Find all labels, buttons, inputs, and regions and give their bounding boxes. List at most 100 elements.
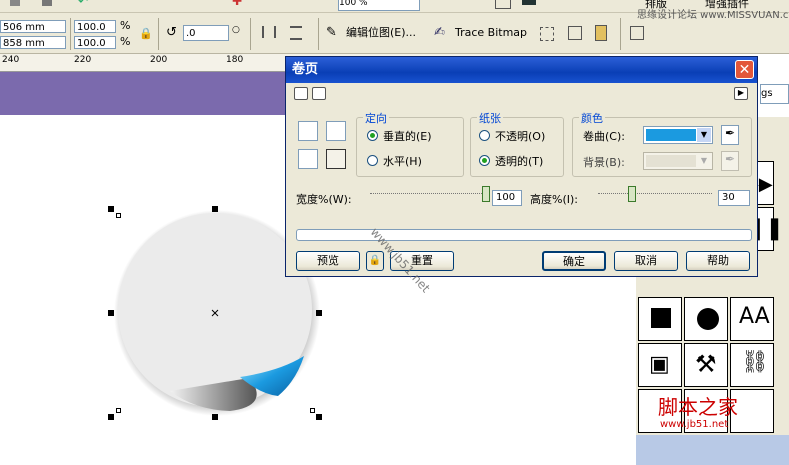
curl-color-label: 卷曲(C):	[583, 130, 625, 143]
lock-icon[interactable]: 🔒	[366, 251, 384, 271]
width-input[interactable]: 100	[492, 190, 522, 206]
trace-bitmap-icon[interactable]: ✍	[434, 25, 450, 41]
width-slider[interactable]	[370, 186, 490, 208]
symbol-cell[interactable]	[684, 297, 728, 341]
degree-icon: ○	[232, 25, 240, 35]
opaque-label[interactable]: 不透明(O)	[495, 128, 545, 144]
curl-bottom-right-button[interactable]	[326, 149, 346, 169]
symbol-cell[interactable]	[638, 297, 682, 341]
rotate-icon: ↺	[166, 25, 177, 40]
watermark-text: 思缘设计论坛 www.MISSVUAN.com	[637, 10, 789, 21]
mirror-vertical-icon[interactable]	[290, 26, 302, 40]
separator	[250, 18, 251, 50]
preview-button[interactable]: 预览	[296, 251, 360, 271]
split-view-icon[interactable]	[294, 87, 308, 100]
rotation-handle[interactable]	[116, 213, 121, 218]
height-input[interactable]: 30	[718, 190, 750, 206]
eyedropper-icon[interactable]: ✒	[721, 125, 739, 145]
scale-width-field[interactable]: 100.0	[74, 20, 116, 33]
ruler-tick-label: 220	[74, 55, 92, 65]
progress-bar	[296, 229, 752, 241]
rotation-field[interactable]: .0	[183, 25, 229, 41]
font-size-icon: AA	[739, 304, 770, 329]
orientation-group: 定向 垂直的(E) 水平(H)	[356, 110, 464, 177]
docker-combo[interactable]: gs	[760, 84, 789, 104]
circle-icon	[697, 308, 719, 330]
crane-icon: ⛓	[741, 350, 769, 375]
ok-button[interactable]: 确定	[542, 251, 606, 271]
x-position-field[interactable]: 506 mm	[0, 20, 66, 33]
chevron-down-icon: ▼	[700, 156, 708, 165]
symbol-cell[interactable]: ⚒	[684, 343, 728, 387]
width-slider-thumb[interactable]	[482, 186, 490, 202]
color-group: 颜色 卷曲(C): ▼ ✒ 背景(B): ▼ ✒	[572, 110, 752, 177]
horizontal-label[interactable]: 水平(H)	[383, 153, 422, 169]
mirror-horizontal-icon[interactable]	[262, 26, 276, 38]
single-view-icon[interactable]	[312, 87, 326, 100]
width-label: 宽度%(W):	[296, 193, 352, 206]
background-color-picker: ▼	[643, 152, 713, 170]
transparent-label[interactable]: 透明的(T)	[495, 153, 543, 169]
transparent-radio[interactable]	[479, 155, 490, 166]
horizontal-radio[interactable]	[367, 155, 378, 166]
separator	[158, 18, 159, 50]
help-button[interactable]: 帮助	[686, 251, 750, 271]
symbol-cell[interactable]: AA	[730, 297, 774, 341]
selection-handle[interactable]	[108, 414, 114, 420]
edit-bitmap-button[interactable]: 编辑位图(E)...	[346, 26, 416, 40]
zoom-combo[interactable]: 100 %	[338, 0, 420, 11]
vertical-radio[interactable]	[367, 130, 378, 141]
curl-top-left-button[interactable]	[298, 121, 318, 141]
orientation-title: 定向	[363, 110, 389, 126]
wrap-text-icon[interactable]	[630, 26, 644, 40]
opaque-radio[interactable]	[479, 130, 490, 141]
copy-icon[interactable]	[10, 0, 20, 6]
separator	[620, 18, 621, 50]
trace-bitmap-button[interactable]: Trace Bitmap	[455, 26, 527, 40]
selection-handle[interactable]	[108, 310, 114, 316]
page-background	[0, 72, 290, 115]
vertical-label[interactable]: 垂直的(E)	[383, 128, 432, 144]
expand-icon[interactable]: ▶	[734, 87, 748, 100]
close-button[interactable]: ✕	[735, 60, 754, 79]
edit-bitmap-icon[interactable]: ✎	[326, 25, 342, 41]
resample-icon[interactable]	[568, 26, 582, 40]
selection-handle[interactable]	[316, 310, 322, 316]
rotation-handle[interactable]	[116, 408, 121, 413]
ruler-tick-label: 240	[2, 55, 20, 65]
bitmap-icon[interactable]	[522, 0, 536, 5]
curl-color-picker[interactable]: ▼	[643, 126, 713, 144]
y-position-field[interactable]: 858 mm	[0, 36, 66, 49]
curl-bottom-left-button[interactable]	[298, 149, 318, 169]
selection-handle[interactable]	[108, 206, 114, 212]
lock-ratio-icon[interactable]: 🔒	[139, 27, 155, 43]
selection-handle[interactable]	[212, 206, 218, 212]
page-curl-dialog: 卷页 ✕ ▶ 定向 垂直的(E) 水平(H) 纸张 不透明(O) 透明的(T) …	[285, 56, 758, 295]
percent-label: %	[120, 35, 131, 48]
symbol-cell[interactable]: ▣	[638, 343, 682, 387]
paper-title: 纸张	[477, 110, 503, 126]
curl-top-right-button[interactable]	[326, 121, 346, 141]
selection-handle[interactable]	[316, 414, 322, 420]
chevron-down-icon[interactable]: ▼	[697, 128, 711, 142]
paste-icon[interactable]	[42, 0, 52, 6]
cancel-button[interactable]: 取消	[614, 251, 678, 271]
tools-icon: ⚒	[695, 350, 717, 378]
ruler-tick-label: 180	[226, 55, 244, 65]
selection-handle[interactable]	[212, 414, 218, 420]
site-logo-text: 脚本之家	[658, 395, 738, 419]
symbol-cell[interactable]: ⛓	[730, 343, 774, 387]
import-icon[interactable]: ✚	[232, 0, 248, 10]
crop-bitmap-icon[interactable]	[540, 27, 554, 41]
box-icon: ▣	[649, 352, 670, 377]
height-slider-thumb[interactable]	[628, 186, 636, 202]
select-tool-icon[interactable]	[495, 0, 511, 9]
undo-icon[interactable]: ↶	[78, 0, 94, 10]
percent-label: %	[120, 19, 131, 32]
rotation-handle[interactable]	[310, 408, 315, 413]
bitmap-color-mask-icon[interactable]	[595, 25, 607, 41]
height-slider[interactable]	[598, 186, 712, 208]
scale-height-field[interactable]: 100.0	[74, 36, 116, 49]
paper-group: 纸张 不透明(O) 透明的(T)	[470, 110, 564, 177]
docker-scroll-area[interactable]	[636, 435, 789, 465]
